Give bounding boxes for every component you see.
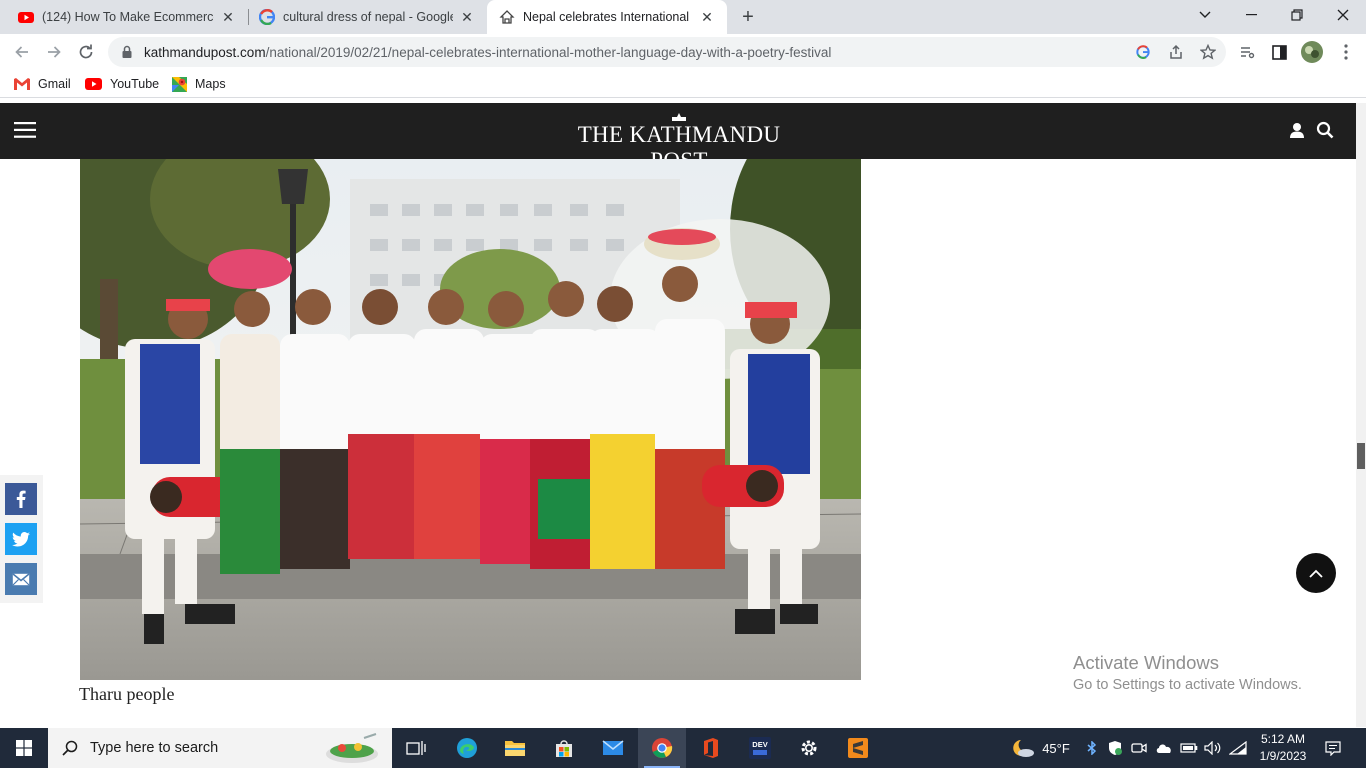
activate-windows-watermark: Activate Windows Go to Settings to activ… [1073, 652, 1302, 693]
battery-icon[interactable] [1178, 728, 1200, 768]
microsoft-store-icon[interactable] [540, 728, 588, 768]
user-icon[interactable] [1289, 122, 1305, 143]
tab-google-search[interactable]: cultural dress of nepal - Google S ✕ [249, 0, 487, 34]
tab-kathmandu-post[interactable]: Nepal celebrates International M ✕ [487, 0, 727, 34]
sublime-text-icon[interactable] [834, 728, 882, 768]
browser-toolbar: kathmandupost.com/national/2019/02/21/ne… [0, 34, 1366, 70]
share-icon[interactable] [1168, 44, 1184, 60]
minimize-icon[interactable] [1228, 0, 1274, 30]
menu-kebab-icon[interactable] [1332, 38, 1360, 66]
meet-now-icon[interactable] [1128, 728, 1150, 768]
bookmark-maps[interactable]: Maps [172, 75, 226, 93]
bookmark-gmail[interactable]: Gmail [14, 75, 71, 93]
search-icon[interactable] [1316, 121, 1334, 144]
hamburger-menu-icon[interactable] [14, 122, 36, 143]
logo-crest-icon [672, 113, 686, 121]
bookmark-label: Gmail [38, 77, 71, 91]
browser-tab-bar: (124) How To Make Ecommerce W ✕ cultural… [0, 0, 1366, 34]
close-window-icon[interactable] [1320, 0, 1366, 30]
bookmark-label: YouTube [110, 77, 160, 91]
email-icon[interactable] [5, 563, 37, 595]
reading-list-icon[interactable] [1233, 38, 1261, 66]
watermark-title: Activate Windows [1073, 652, 1219, 673]
watermark-subtitle: Go to Settings to activate Windows. [1073, 677, 1302, 693]
youtube-icon [18, 12, 34, 23]
onedrive-cloud-icon[interactable] [1152, 728, 1176, 768]
kathmandu-post-icon [499, 10, 515, 24]
chevron-up-icon [1309, 569, 1323, 578]
url-text: kathmandupost.com/national/2019/02/21/ne… [144, 44, 832, 60]
bookmarks-bar: Gmail YouTube Maps [0, 70, 1366, 98]
volume-icon[interactable] [1202, 728, 1224, 768]
bookmark-star-icon[interactable] [1200, 44, 1216, 60]
article-photo[interactable] [80, 159, 861, 680]
svg-text:DEV: DEV [752, 740, 767, 749]
search-highlight-salad-icon [326, 733, 378, 763]
bluetooth-icon[interactable] [1082, 728, 1102, 768]
maps-icon [172, 76, 187, 92]
forward-icon[interactable] [40, 38, 68, 66]
dev-community-icon[interactable]: DEV [736, 728, 784, 768]
edge-icon[interactable] [443, 728, 491, 768]
chrome-icon[interactable] [638, 728, 686, 768]
profile-avatar[interactable] [1298, 38, 1326, 66]
article-content: Tharu people Activate Windows Go to Sett… [0, 159, 1356, 727]
office-icon[interactable] [687, 728, 735, 768]
back-to-top-button[interactable] [1296, 553, 1336, 593]
bookmark-youtube[interactable]: YouTube [85, 75, 159, 93]
tab-title: cultural dress of nepal - Google S [283, 10, 453, 24]
weather-temperature[interactable]: 45°F [1038, 728, 1074, 768]
facebook-icon[interactable] [5, 483, 37, 515]
clock-date: 1/9/2023 [1259, 749, 1307, 763]
taskbar-search-box[interactable]: Type here to search [48, 728, 392, 768]
file-explorer-icon[interactable] [491, 728, 539, 768]
settings-gear-icon[interactable] [785, 728, 833, 768]
share-sidebar [0, 475, 43, 603]
windows-taskbar: Type here to search DEV 45°F 5:12 AM 1/9… [0, 728, 1366, 768]
notifications-icon[interactable] [1320, 728, 1346, 768]
mail-icon[interactable] [589, 728, 637, 768]
tab-title: (124) How To Make Ecommerce W [42, 10, 214, 24]
close-tab-icon[interactable]: ✕ [459, 9, 475, 25]
security-shield-icon[interactable] [1104, 728, 1126, 768]
youtube-icon [85, 78, 102, 90]
side-panel-icon[interactable] [1265, 38, 1293, 66]
tab-title: Nepal celebrates International M [523, 10, 693, 24]
close-tab-icon[interactable]: ✕ [220, 9, 236, 25]
restore-icon[interactable] [1274, 0, 1320, 30]
back-icon[interactable] [8, 38, 36, 66]
close-tab-icon[interactable]: ✕ [699, 9, 715, 25]
new-tab-icon[interactable]: + [736, 6, 760, 28]
google-icon [259, 9, 275, 25]
twitter-icon[interactable] [5, 523, 37, 555]
weather-icon[interactable] [1008, 728, 1038, 768]
start-windows-icon[interactable] [0, 728, 48, 768]
page-scrollbar[interactable] [1356, 103, 1366, 727]
search-placeholder: Type here to search [90, 740, 219, 756]
photo-caption: Tharu people [79, 684, 175, 704]
tab-search-icon[interactable] [1182, 0, 1228, 30]
clock-time: 5:12 AM [1260, 732, 1306, 746]
task-view-icon[interactable] [392, 728, 440, 768]
gmail-icon [14, 78, 30, 90]
search-icon [62, 740, 78, 756]
site-header: THE KATHMANDU POST [0, 103, 1356, 173]
bookmark-label: Maps [195, 77, 226, 91]
address-bar[interactable]: kathmandupost.com/national/2019/02/21/ne… [108, 37, 1226, 67]
system-clock[interactable]: 5:12 AM 1/9/2023 [1252, 731, 1314, 765]
scrollbar-thumb[interactable] [1357, 443, 1365, 469]
lock-icon[interactable] [120, 45, 134, 59]
reload-icon[interactable] [72, 38, 100, 66]
wifi-icon[interactable] [1226, 728, 1250, 768]
tab-youtube-video[interactable]: (124) How To Make Ecommerce W ✕ [0, 0, 248, 34]
google-lens-icon[interactable] [1136, 45, 1150, 59]
tharu-people-photo [80, 159, 861, 680]
